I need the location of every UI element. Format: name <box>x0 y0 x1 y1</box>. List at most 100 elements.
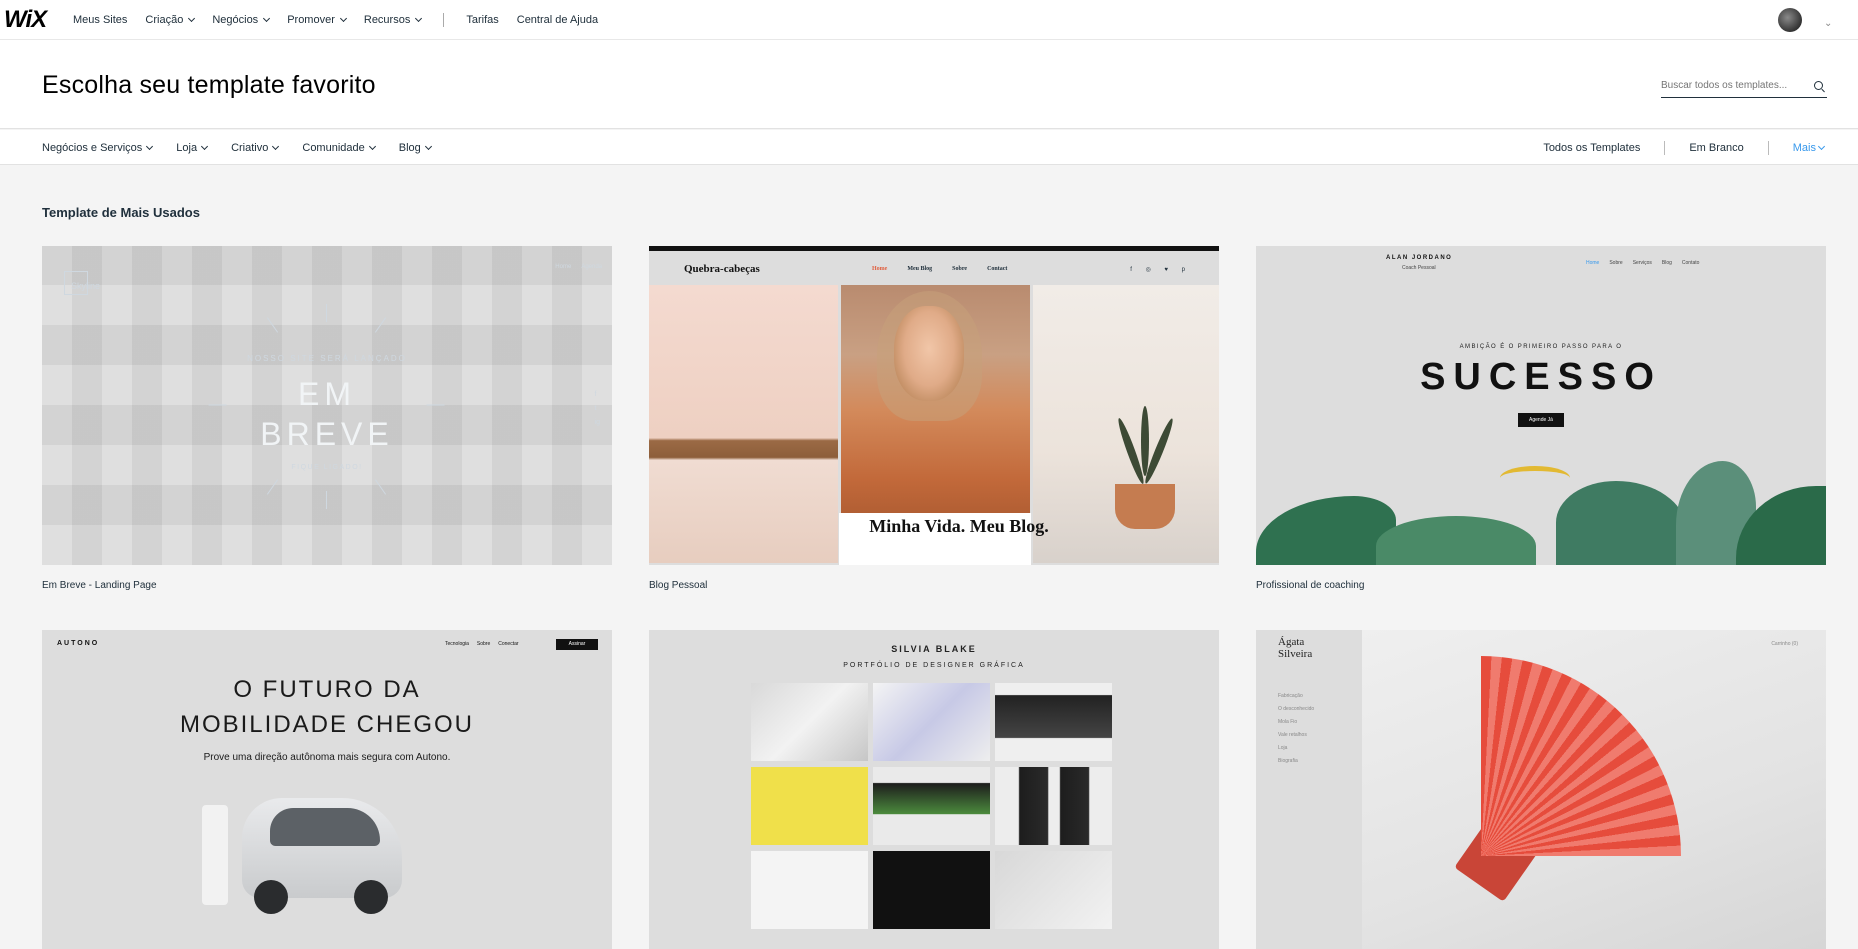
preview-headline: SUCESSO <box>1420 356 1662 398</box>
all-templates-link[interactable]: Todos os Templates <box>1543 142 1640 154</box>
facebook-icon: f <box>594 391 597 398</box>
preview-nav-item: Serviços <box>1632 260 1652 266</box>
preview-menu-item: Biografia <box>1278 758 1298 764</box>
decorative-ray <box>326 304 327 322</box>
preview-cart: Carrinho (0) <box>1771 641 1798 647</box>
mountain <box>1256 496 1396 565</box>
category-business-services[interactable]: Negócios e Serviços <box>42 142 154 154</box>
nav-item-creation[interactable]: Criação <box>145 14 196 26</box>
portfolio-tile <box>995 767 1112 845</box>
template-card[interactable]: Ágata Silveira Fabricação O desconhecido … <box>1256 630 1826 949</box>
preview-nav-item: Home <box>872 266 888 272</box>
nav-item-my-sites[interactable]: Meus Sites <box>73 14 127 26</box>
mountain <box>1376 516 1536 565</box>
chevron-down-icon <box>188 14 196 23</box>
nav-item-promote[interactable]: Promover <box>287 14 347 26</box>
category-blog[interactable]: Blog <box>398 141 432 154</box>
preview-headline-line: BREVE <box>260 416 394 452</box>
category-bar: Negócios e Serviços Loja Criativo Comuni… <box>0 130 1858 165</box>
preview-nav-item: Meu Blog <box>907 266 933 272</box>
car-window <box>270 808 380 846</box>
more-label: Mais <box>1792 141 1816 154</box>
account-menu-chevron-icon[interactable]: ⌄ <box>1824 18 1832 29</box>
portfolio-tile <box>873 851 990 929</box>
search-icon[interactable] <box>1814 81 1823 90</box>
section-title: Template de Mais Usados <box>42 205 200 220</box>
preview-subtitle: NOSSO SITE SERÁ LANÇADO <box>247 354 407 363</box>
preview-headline-line: EM <box>298 376 356 412</box>
category-community[interactable]: Comunidade <box>302 141 376 154</box>
category-label: Blog <box>398 141 421 154</box>
template-thumbnail[interactable]: Quebra-cabeças Home Meu Blog Sobre Conta… <box>649 246 1219 565</box>
nav-item-label: Central de Ajuda <box>516 14 599 26</box>
template-thumbnail[interactable]: Skyline Home Agenda NOSSO SITE SERÁ LANÇA… <box>42 246 612 565</box>
preview-nav-item: Home <box>1586 260 1600 266</box>
preview-cta-button: Agende Já <box>1518 413 1564 427</box>
template-name[interactable]: Em Breve - Landing Page <box>42 580 612 591</box>
chevron-down-icon <box>368 142 376 150</box>
template-thumbnail[interactable]: ALAN JORDANO Coach Pessoal Home Sobre Se… <box>1256 246 1826 565</box>
preview-brand: Skyline <box>71 281 101 291</box>
template-card[interactable]: Skyline Home Agenda NOSSO SITE SERÁ LANÇA… <box>42 246 612 591</box>
template-name[interactable]: Profissional de coaching <box>1256 580 1826 591</box>
charging-station <box>202 805 228 905</box>
chevron-down-icon <box>424 142 432 150</box>
preview-nav-item: Contact <box>987 266 1008 272</box>
search-input[interactable] <box>1661 80 1801 91</box>
portfolio-tile <box>751 683 868 761</box>
twitter-icon: t <box>594 405 597 412</box>
mountain <box>1556 481 1686 565</box>
template-card[interactable]: SILVIA BLAKE PORTFÓLIO DE DESIGNER GRÁFI… <box>649 630 1219 949</box>
preview-nav-item: Sobre <box>476 641 491 647</box>
user-avatar[interactable] <box>1778 8 1802 32</box>
wix-logo[interactable]: WiX <box>4 6 47 34</box>
template-name[interactable]: Blog Pessoal <box>649 580 1219 591</box>
template-card[interactable]: AUTONO Tecnologia Sobre Conectar Assinar… <box>42 630 612 949</box>
template-card[interactable]: ALAN JORDANO Coach Pessoal Home Sobre Se… <box>1256 246 1826 591</box>
blank-templates-link[interactable]: Em Branco <box>1689 142 1743 154</box>
preview-subtitle: Prove uma direção autônoma mais segura c… <box>203 752 451 763</box>
nav-item-resources[interactable]: Recursos <box>364 14 423 26</box>
portfolio-tile <box>751 767 868 845</box>
preview-menu-item: Loja <box>1278 745 1288 751</box>
portfolio-tile <box>751 851 868 929</box>
portfolio-tile <box>873 767 990 845</box>
chevron-down-icon <box>272 142 280 150</box>
category-divider <box>1664 140 1666 155</box>
chevron-down-icon <box>1817 142 1826 150</box>
preview-side-menu: Fabricação O desconhecido Mola Fio Vale … <box>1278 690 1314 768</box>
nav-item-label: Criação <box>145 14 184 26</box>
preview-social-icons: f t ig <box>595 388 600 430</box>
preview-brand: AUTONO <box>57 640 100 647</box>
portfolio-tile <box>995 851 1112 929</box>
page-header: Escolha seu template favorito <box>0 40 1858 129</box>
preview-brand: SILVIA BLAKE <box>891 644 977 654</box>
nav-item-business[interactable]: Negócios <box>212 14 271 26</box>
preview-nav: Home Sobre Serviços Blog Contato <box>1586 260 1699 266</box>
preview-social-icons: f ◎ ♥ p <box>1130 267 1191 273</box>
preview-brand: Quebra-cabeças <box>684 263 760 275</box>
template-thumbnail[interactable]: SILVIA BLAKE PORTFÓLIO DE DESIGNER GRÁFI… <box>649 630 1219 949</box>
template-thumbnail[interactable]: Ágata Silveira Fabricação O desconhecido … <box>1256 630 1826 949</box>
category-divider <box>1767 140 1769 155</box>
preview-nav-item: Home <box>555 264 572 270</box>
category-store[interactable]: Loja <box>176 142 209 154</box>
preview-headline-line: MOBILIDADE CHEGOU <box>179 711 475 738</box>
chevron-down-icon <box>339 14 347 23</box>
chevron-down-icon <box>263 14 271 23</box>
template-thumbnail[interactable]: AUTONO Tecnologia Sobre Conectar Assinar… <box>42 630 612 949</box>
category-menu: Negócios e Serviços Loja Criativo Comuni… <box>42 130 455 165</box>
nav-item-help-center[interactable]: Central de Ajuda <box>517 14 598 26</box>
nav-item-pricing[interactable]: Tarifas <box>466 14 498 26</box>
preview-headline: EM BREVE <box>42 374 612 454</box>
category-creative[interactable]: Criativo <box>231 142 280 154</box>
plant-pot <box>1115 484 1175 529</box>
car-wheel <box>354 880 388 914</box>
portfolio-tile <box>873 683 990 761</box>
more-categories-button[interactable]: Mais <box>1792 141 1826 154</box>
nav-item-label: Negócios <box>212 14 259 26</box>
chevron-down-icon <box>146 142 154 150</box>
category-label: Comunidade <box>302 141 365 154</box>
template-card[interactable]: Quebra-cabeças Home Meu Blog Sobre Conta… <box>649 246 1219 591</box>
preview-footer-text: FIQUE LIGADO! <box>291 464 363 471</box>
